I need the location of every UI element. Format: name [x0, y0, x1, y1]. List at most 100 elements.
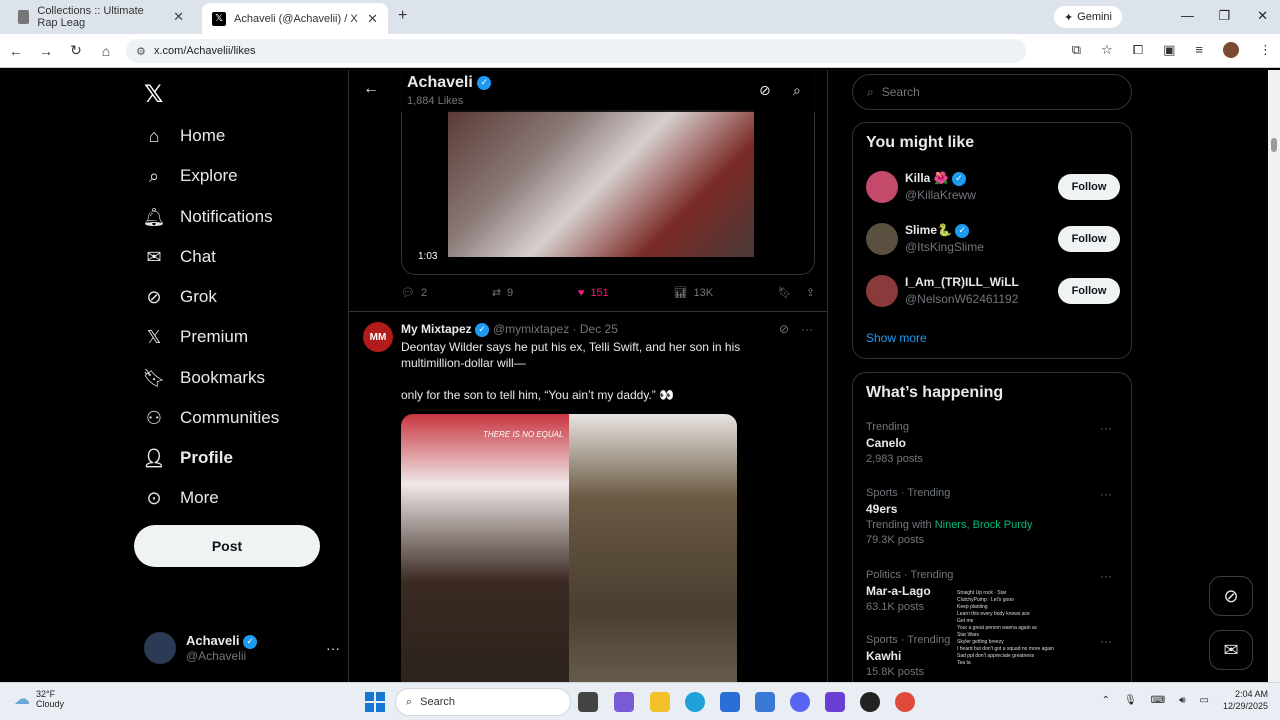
follow-button[interactable]: Follow	[1058, 278, 1120, 304]
bell-icon: 🔔︎	[142, 206, 166, 227]
nav-communities[interactable]: ⚇ Communities	[144, 408, 279, 428]
follow-button[interactable]: Follow	[1058, 174, 1120, 200]
browser-toolbar: ← → ↻ ⌂ ⚙ x.com/Achavelii/likes ⧉ ☆ ⧠ ▣ …	[0, 34, 1280, 68]
share-icon[interactable]: ⇪	[806, 286, 815, 299]
chrome-icon[interactable]	[895, 692, 915, 712]
sidepanel-icon[interactable]: ▣	[1163, 42, 1175, 58]
show-more-link[interactable]: Show more	[866, 331, 927, 345]
weather-widget[interactable]: ☁ 32°F Cloudy	[14, 689, 64, 709]
nav-home[interactable]: ⌂ Home	[144, 126, 226, 146]
more-dots-icon[interactable]: ···	[1100, 634, 1112, 648]
minimize-button[interactable]: —	[1181, 8, 1194, 23]
nav-premium[interactable]: 𝕏 Premium	[144, 327, 248, 347]
avatar	[144, 632, 176, 664]
more-dots-icon[interactable]: ···	[1100, 421, 1112, 435]
nav-profile[interactable]: 👤︎ Profile	[143, 448, 233, 468]
app-icon[interactable]	[755, 692, 775, 712]
clock[interactable]: 2:04 AM 12/29/2025	[1223, 688, 1268, 712]
taskbar-search[interactable]: ⌕ Search	[395, 688, 571, 716]
video-duration: 1:03	[418, 251, 438, 262]
nav-grok[interactable]: ⊘ Grok	[144, 286, 216, 307]
views-button[interactable]: 📊︎ 13K	[674, 286, 714, 300]
divider	[349, 311, 827, 312]
tweet-handle-date[interactable]: @mymixtapez · Dec 25	[493, 322, 618, 336]
menu-icon[interactable]: ⋮	[1259, 42, 1272, 58]
new-tab-button[interactable]: +	[398, 7, 407, 25]
discord-icon[interactable]	[790, 692, 810, 712]
nav-bookmarks[interactable]: 🔖︎ Bookmarks	[143, 368, 265, 388]
like-button[interactable]: ♥ 151	[578, 287, 609, 299]
suggested-user[interactable]: I_Am_(TR)ILL_WiLL @NelsonW62461192 Follo…	[866, 275, 1120, 311]
extensions-icon[interactable]: ⧠	[1133, 42, 1143, 58]
scrollbar-thumb[interactable]	[1271, 138, 1277, 152]
verified-badge-icon: ✓	[475, 322, 490, 337]
store-icon[interactable]	[720, 692, 740, 712]
gemini-button[interactable]: ✦ Gemini	[1053, 6, 1122, 28]
taskbar: ☁ 32°F Cloudy ⌕ Search ⌃ 🎙︎ ⌨ 🔊︎ ▭ 2:04 …	[0, 682, 1280, 720]
tweet-image[interactable]: THERE IS NO EQUAL	[401, 414, 737, 682]
network-icon[interactable]: ⌨	[1151, 695, 1165, 706]
maximize-button[interactable]: ❐	[1218, 8, 1230, 24]
you-might-like-panel: You might like Killa 🌺 ✓ @KillaKreww Fol…	[852, 122, 1132, 359]
search-input[interactable]: ⌕ Search	[852, 74, 1132, 110]
trend-related-links[interactable]: Niners, Brock Purdy	[935, 519, 1033, 531]
battery-icon[interactable]: ▭	[1200, 695, 1209, 706]
obs-icon[interactable]	[860, 692, 880, 712]
bookmark-star-icon[interactable]: ☆	[1101, 42, 1113, 58]
file-explorer-icon[interactable]	[650, 692, 670, 712]
x-logo-icon[interactable]: 𝕏	[144, 80, 163, 109]
site-info-icon[interactable]: ⚙	[136, 45, 146, 58]
edge-icon[interactable]	[685, 692, 705, 712]
repost-button[interactable]: ⇄ 9	[492, 286, 513, 300]
copilot-icon[interactable]	[614, 692, 634, 712]
search-icon: ⌕	[867, 84, 874, 99]
grok-fab-button[interactable]: ⊘	[1209, 576, 1253, 616]
volume-icon[interactable]: 🔊︎	[1179, 695, 1185, 706]
home-button[interactable]: ⌂	[92, 43, 120, 59]
account-switcher[interactable]: Achaveli ✓ @Achavelii ···	[144, 628, 340, 668]
media-icon[interactable]: ≡	[1195, 42, 1203, 58]
bookmark-icon[interactable]: 🔖︎	[778, 286, 792, 299]
chevron-up-icon[interactable]: ⌃	[1102, 695, 1110, 706]
avatar[interactable]: MM	[363, 322, 393, 352]
reload-button[interactable]: ↻	[62, 42, 90, 59]
browser-tab[interactable]: Collections :: Ultimate Rap Leag ✕	[8, 3, 194, 31]
search-icon[interactable]: ⌕	[793, 82, 801, 99]
browser-tab-active[interactable]: 𝕏 Achaveli (@Achavelii) / X ✕	[202, 3, 388, 34]
post-button[interactable]: Post	[134, 525, 320, 567]
more-dots-icon[interactable]: ···	[801, 322, 813, 336]
trend-item[interactable]: Trending Canelo 2,983 posts ···	[866, 421, 1120, 465]
trend-item[interactable]: Sports · Trending 49ers Trending with Ni…	[866, 487, 1120, 546]
more-dots-icon[interactable]: ···	[1100, 569, 1112, 583]
close-tab-icon[interactable]: ✕	[367, 11, 378, 27]
grok-icon[interactable]: ⊘	[779, 322, 789, 336]
follow-button[interactable]: Follow	[1058, 226, 1120, 252]
address-bar[interactable]: ⚙ x.com/Achavelii/likes	[126, 39, 1026, 63]
more-dots-icon[interactable]: ···	[326, 640, 340, 656]
suggested-user[interactable]: Slime🐍 ✓ @ItsKingSlime Follow	[866, 223, 1120, 259]
tweet-author[interactable]: My Mixtapez	[401, 322, 472, 336]
forward-button[interactable]: →	[32, 43, 60, 59]
app-icon[interactable]	[825, 692, 845, 712]
start-button[interactable]	[365, 692, 385, 712]
task-view-icon[interactable]	[578, 692, 598, 712]
more-dots-icon[interactable]: ···	[1100, 487, 1112, 501]
grok-icon: ⊘	[146, 286, 162, 307]
back-arrow-icon[interactable]: ←	[363, 80, 379, 98]
messages-fab-button[interactable]: ✉	[1209, 630, 1253, 670]
page-scrollbar[interactable]	[1268, 70, 1280, 682]
nav-chat[interactable]: ✉ Chat	[144, 247, 215, 267]
toolbar-icons: ⧉ ☆ ⧠ ▣ ≡ ⋮	[1072, 42, 1272, 58]
nav-notifications[interactable]: 🔔︎ Notifications	[142, 206, 273, 227]
microphone-icon[interactable]: 🎙︎	[1124, 695, 1137, 706]
close-tab-icon[interactable]: ✕	[173, 9, 184, 25]
nav-explore[interactable]: ⌕ Explore	[144, 166, 238, 186]
nav-more[interactable]: ⊙ More	[144, 488, 218, 508]
close-window-button[interactable]: ✕	[1257, 8, 1268, 24]
suggested-user[interactable]: Killa 🌺 ✓ @KillaKreww Follow	[866, 171, 1120, 207]
back-button[interactable]: ←	[2, 43, 30, 59]
install-app-icon[interactable]: ⧉	[1072, 42, 1081, 58]
grok-icon[interactable]: ⊘	[759, 82, 771, 99]
profile-avatar[interactable]	[1223, 42, 1239, 58]
reply-button[interactable]: 💬︎ 2	[401, 286, 427, 300]
